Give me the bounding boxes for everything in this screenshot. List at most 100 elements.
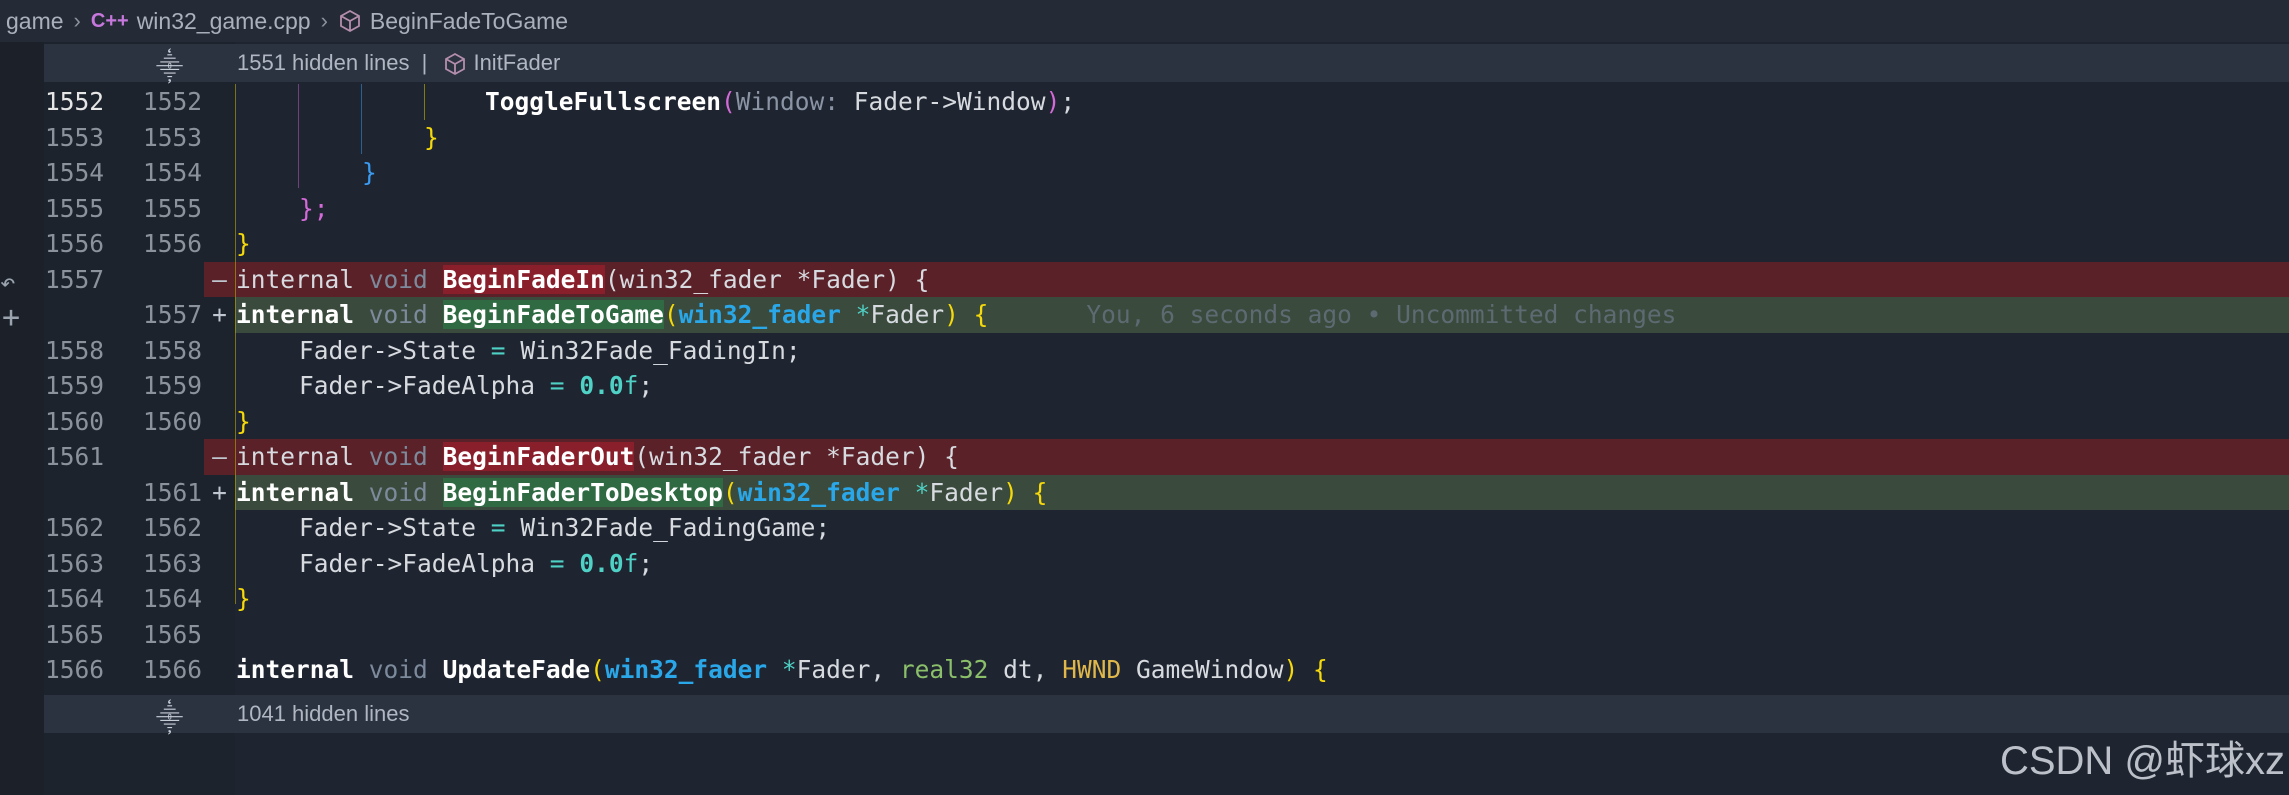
breadcrumb-folder[interactable]: game (6, 8, 64, 35)
chevron-right-icon: › (73, 8, 81, 33)
breadcrumb-file[interactable]: C++ win32_game.cpp (91, 8, 311, 35)
breadcrumb-symbol[interactable]: BeginFadeToGame (338, 8, 568, 35)
code-token: UpdateFade (442, 655, 591, 684)
code-token: * (914, 477, 930, 507)
code-content[interactable]: Fader->FadeAlpha = 0.0f; (235, 368, 2289, 404)
new-line-number: 1555 (142, 193, 202, 223)
code-line[interactable]: 1556 1556} (44, 226, 2289, 262)
code-token: Fader->State (299, 335, 477, 365)
code-token: real32 (899, 655, 989, 684)
diff-marker: + (212, 477, 227, 507)
old-line-number: 1558 (44, 335, 104, 365)
stage-icon[interactable]: + (2, 300, 20, 335)
code-token: = (490, 335, 506, 365)
code-token: } (236, 584, 251, 613)
code-token: * (855, 300, 871, 329)
old-line-number: 1552 (44, 87, 104, 116)
code-token: ; (1060, 87, 1076, 116)
code-token: ) { (944, 300, 989, 329)
code-token: Win32Fade_FadingIn; (520, 335, 801, 365)
code-token: ) { (1003, 477, 1048, 507)
old-line-number: 1554 (44, 158, 104, 187)
code-line[interactable]: 1564 1564} (44, 581, 2289, 617)
breadcrumb-file-label: win32_game.cpp (136, 7, 311, 34)
code-token: (win32_fader *Fader) { (634, 442, 959, 471)
new-line-number: 1560 (142, 406, 202, 436)
code-token: } (424, 122, 439, 152)
code-line[interactable]: 1563 1563 Fader->FadeAlpha = 0.0f; (44, 546, 2289, 582)
new-line-number: 1565 (142, 619, 202, 649)
diff-marker: — (204, 439, 235, 475)
code-token: BeginFaderOut (442, 442, 635, 471)
code-token: = (549, 548, 565, 578)
code-content[interactable]: internal void BeginFadeIn(win32_fader *F… (235, 261, 2289, 297)
code-line[interactable]: 1566 1566 internal void UpdateFade(win32_f… (44, 652, 2289, 688)
code-token: ; (638, 548, 654, 578)
code-content[interactable]: Fader->State = Win32Fade_FadingGame; (235, 510, 2289, 546)
code-line[interactable]: 1562 1562 Fader->State = Win32Fade_FadingG… (44, 510, 2289, 546)
old-line-number: 1557 (44, 264, 104, 294)
old-line-number: 1565 (44, 619, 104, 649)
indent-guide (424, 84, 425, 120)
code-content[interactable]: internal void BeginFaderOut(win32_fader … (235, 439, 2289, 475)
code-content[interactable]: internal void BeginFaderToDesktop(win32_… (235, 474, 2289, 510)
watermark: CSDN @虾球xz (1999, 739, 2285, 783)
code-token: GameWindow (1121, 655, 1284, 684)
code-line[interactable]: 1553 1553} (44, 120, 2289, 156)
code-line[interactable]: 1559 1559 Fader->FadeAlpha = 0.0f; (44, 368, 2289, 404)
old-line-number: 1556 (44, 229, 104, 258)
hidden-lines-count: 1041 hidden lines (237, 701, 410, 726)
code-token: win32_fader (678, 300, 841, 329)
diff-line-added[interactable]: 1561 + internal void BeginFaderToDesktop(w… (44, 474, 2289, 510)
code-content[interactable] (235, 617, 2289, 653)
code-token: Fader->State (299, 513, 477, 542)
code-token: Fader (929, 477, 1004, 507)
code-line[interactable]: 1552 1552 ToggleFullscreen(Window: Fader->… (44, 84, 2289, 120)
code-content[interactable]: } (235, 155, 2289, 191)
unfold-icon[interactable]: ⸎ (156, 699, 183, 735)
code-line[interactable]: 1554 1554} (44, 155, 2289, 191)
code-token: internal (236, 264, 355, 294)
diff-line-added[interactable]: 1557 + internal void BeginFadeToGame(win32… (44, 297, 2289, 333)
new-line-number: 1564 (142, 584, 202, 613)
code-token: * (781, 655, 797, 684)
code-token: void (368, 264, 428, 294)
code-token: Fader->Window (839, 87, 1046, 116)
code-token: BeginFadeIn (442, 264, 605, 294)
revert-icon[interactable]: ↶ (0, 268, 16, 298)
code-content[interactable]: } (235, 226, 2289, 262)
code-token: ) { (1283, 655, 1328, 684)
old-line-number: 1563 (44, 548, 104, 578)
new-line-number: 1552 (142, 87, 202, 116)
code-content[interactable]: ToggleFullscreen(Window: Fader->Window); (235, 84, 2289, 120)
hidden-lines-top[interactable]: ⸎ 1551 hidden lines | InitFader (44, 44, 2289, 82)
code-content[interactable]: internal void UpdateFade(win32_fader *Fa… (235, 652, 2289, 688)
code-token: win32_fader (604, 655, 768, 684)
code-content[interactable]: } (235, 404, 2289, 440)
code-token: void (368, 300, 428, 329)
code-content[interactable]: Fader->State = Win32Fade_FadingIn; (235, 333, 2289, 369)
indent-guide (361, 84, 362, 154)
code-line[interactable]: 1558 1558 Fader->State = Win32Fade_FadingI… (44, 333, 2289, 369)
code-token: }; (299, 193, 329, 223)
old-line-number: 1560 (44, 406, 104, 436)
diff-line-removed[interactable]: 1561 — internal void BeginFaderOut(win32_f… (44, 439, 2289, 475)
code-content[interactable]: internal void BeginFadeToGame(win32_fade… (235, 297, 2289, 333)
code-content[interactable]: } (235, 581, 2289, 617)
diff-line-removed[interactable]: 1557 — internal void BeginFadeIn(win32_fad… (44, 261, 2289, 297)
code-line[interactable]: 1565 1565 (44, 617, 2289, 653)
code-token: dt, (988, 655, 1063, 684)
code-content[interactable]: } (235, 120, 2289, 156)
new-line-number: 1566 (142, 655, 202, 684)
old-line-number: 1553 (44, 122, 104, 152)
code-token: } (236, 406, 251, 436)
code-line[interactable]: 1560 1560} (44, 404, 2289, 440)
code-content[interactable]: Fader->FadeAlpha = 0.0f; (235, 546, 2289, 582)
code-line[interactable]: 1555 1555}; (44, 191, 2289, 227)
unfold-icon[interactable]: ⸎ (156, 48, 183, 84)
breadcrumb-symbol-label: BeginFadeToGame (369, 7, 569, 34)
new-line-number: 1562 (142, 513, 202, 542)
code-token: HWND (1062, 655, 1122, 684)
code-content[interactable]: }; (235, 191, 2289, 227)
hidden-lines-bottom[interactable]: ⸎ 1041 hidden lines (44, 695, 2289, 733)
